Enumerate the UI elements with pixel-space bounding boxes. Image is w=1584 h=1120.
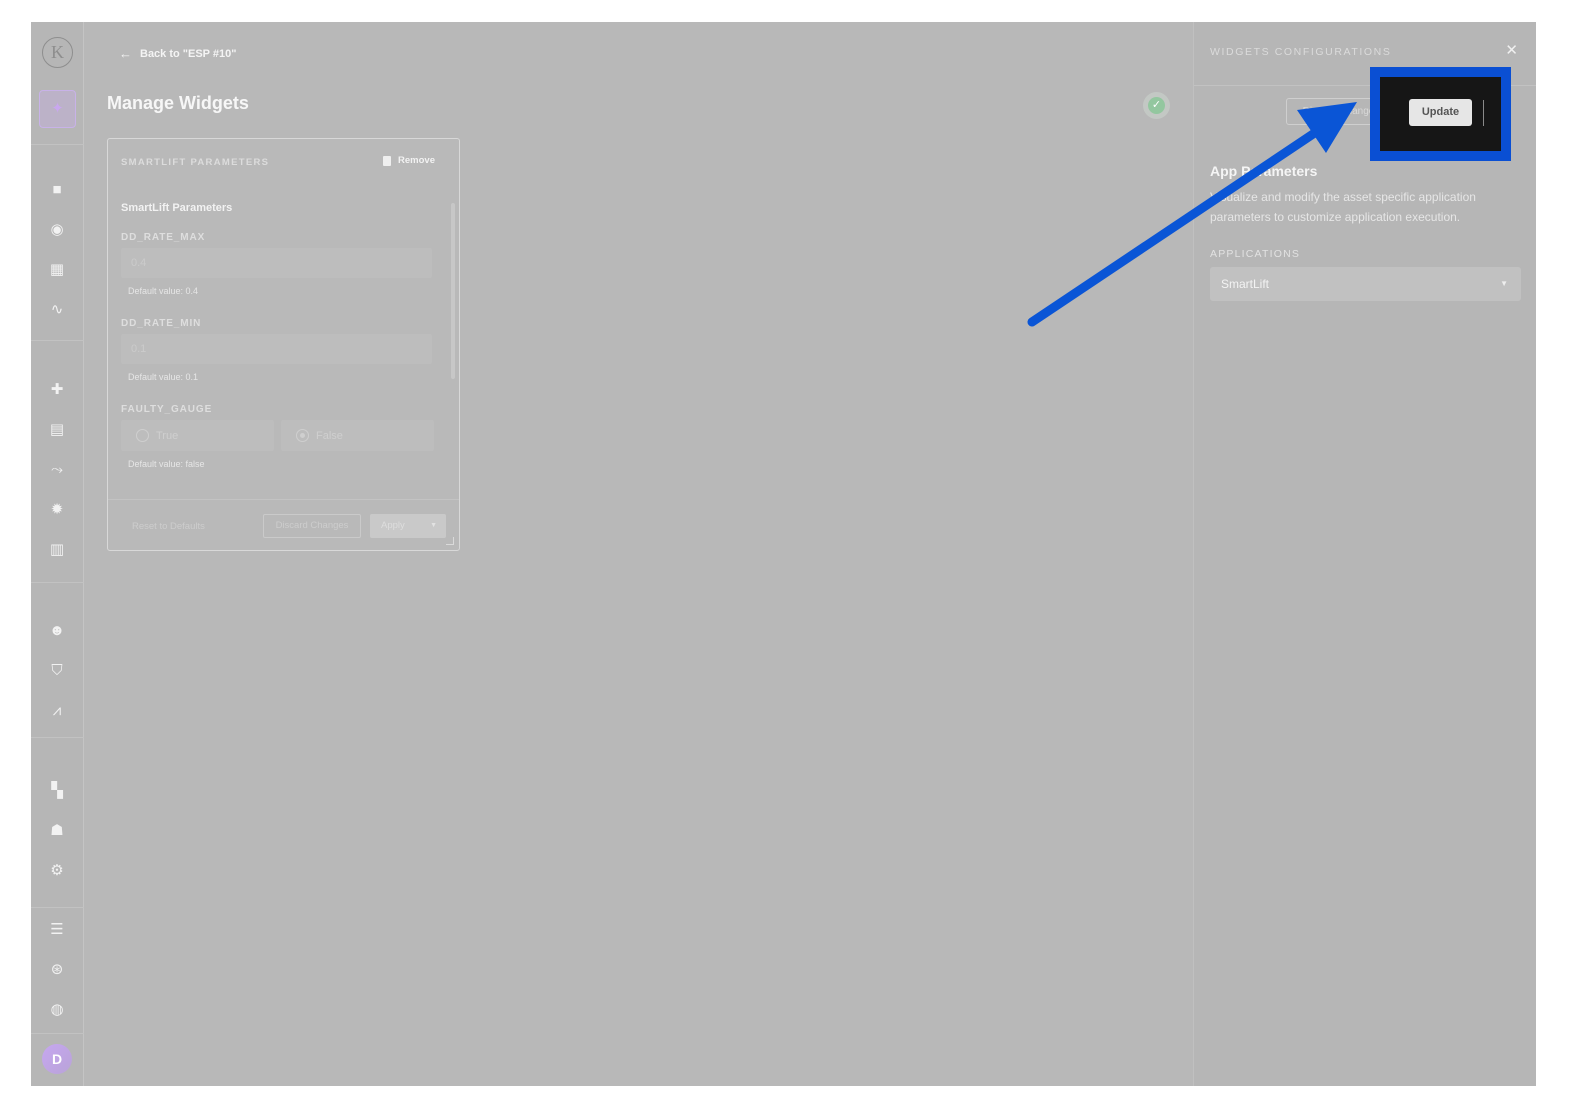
resize-handle-icon[interactable] [446, 537, 454, 545]
remove-widget-button[interactable]: Remove [383, 155, 435, 166]
apply-label: Apply [381, 520, 405, 531]
sparkle-icon[interactable]: ✦ [39, 90, 76, 128]
applications-select[interactable]: SmartLift ▼ [1210, 267, 1521, 301]
smartlift-parameters-widget: SMARTLIFT PARAMETERS Remove SmartLift Pa… [107, 138, 460, 551]
sidebar-divider [31, 1033, 84, 1034]
app-window: K ✦ ■ ◉ ▦ ∿ ✚ ▤ ⤳ ✹ ▥ ☻ ⛉ ⩘ ▚ ☗ ⚙ ☰ ⊛ ◍ … [31, 22, 1536, 1086]
trash-icon [383, 155, 392, 166]
sidebar-divider [31, 582, 84, 583]
remove-label: Remove [398, 155, 435, 166]
users-icon[interactable]: ☗ [47, 821, 67, 841]
app-parameters-description: Visualize and modify the asset specific … [1210, 190, 1476, 224]
widgets-icon[interactable]: ▚ [47, 781, 67, 801]
dd-rate-max-default: Default value: 0.4 [128, 286, 199, 296]
faulty-gauge-true-radio[interactable]: True [121, 420, 274, 451]
radio-unchecked-icon [136, 429, 149, 442]
gear-icon[interactable]: ✹ [47, 500, 67, 520]
update-button[interactable]: Update [1409, 99, 1472, 126]
param-label-dd-rate-max: DD_RATE_MAX [121, 232, 206, 243]
pulse-icon[interactable]: ∿ [47, 300, 67, 320]
check-icon: ✓ [1148, 97, 1165, 114]
param-label-dd-rate-min: DD_RATE_MIN [121, 318, 202, 329]
radio-checked-icon [296, 429, 309, 442]
dashboard-icon[interactable]: ▦ [47, 260, 67, 280]
chevron-down-icon: ▼ [1500, 279, 1508, 288]
faulty-gauge-false-radio[interactable]: False [281, 420, 434, 451]
widget-section-title: SmartLift Parameters [121, 202, 233, 214]
page-title: Manage Widgets [107, 93, 249, 113]
back-link[interactable]: ← Back to "ESP #10" [119, 46, 236, 61]
support-icon[interactable]: ☻ [47, 621, 67, 641]
sidebar-divider [31, 144, 84, 145]
param-label-faulty-gauge: FAULTY_GAUGE [121, 404, 213, 415]
dd-rate-max-input[interactable]: 0.4 [121, 248, 432, 278]
applications-selected-value: SmartLift [1221, 277, 1270, 291]
widget-scrollbar[interactable] [451, 203, 455, 379]
sidebar-divider [31, 737, 84, 738]
puzzle-icon[interactable]: ✚ [47, 380, 67, 400]
faulty-gauge-default: Default value: false [128, 459, 205, 469]
applications-label: APPLICATIONS [1210, 248, 1301, 260]
arrow-left-icon: ← [119, 46, 132, 61]
panel-title: WIDGETS CONFIGURATIONS [1210, 46, 1392, 58]
back-link-label: Back to "ESP #10" [140, 47, 237, 60]
line-chart-icon[interactable]: ⩘ [47, 701, 67, 721]
reset-to-defaults-button[interactable]: Reset to Defaults [132, 521, 205, 532]
document-icon[interactable]: ☰ [47, 920, 67, 940]
briefcase-icon[interactable]: ■ [47, 180, 67, 200]
store-icon[interactable]: ▥ [47, 540, 67, 560]
user-settings-icon[interactable]: ⚙ [47, 861, 67, 881]
apply-button[interactable]: Apply ▼ [370, 514, 446, 538]
sidebar-divider [31, 907, 84, 908]
radio-false-label: False [316, 429, 343, 442]
saved-status-badge: ✓ [1143, 92, 1170, 119]
sidebar-divider [31, 340, 84, 341]
radio-true-label: True [156, 429, 179, 442]
widget-footer-divider [108, 499, 459, 500]
highlight-separator [1483, 100, 1484, 126]
close-icon[interactable]: ✕ [1505, 41, 1518, 59]
world-icon[interactable]: ◍ [47, 1000, 67, 1020]
widget-header: SMARTLIFT PARAMETERS [121, 157, 270, 168]
globe-icon[interactable]: ◉ [47, 220, 67, 240]
app-parameters-title: App Parameters [1210, 163, 1318, 179]
dd-rate-min-default: Default value: 0.1 [128, 372, 199, 382]
route-icon[interactable]: ⤳ [47, 460, 67, 480]
sidebar: K ✦ ■ ◉ ▦ ∿ ✚ ▤ ⤳ ✹ ▥ ☻ ⛉ ⩘ ▚ ☗ ⚙ ☰ ⊛ ◍ … [31, 22, 84, 1086]
widgets-configurations-panel: WIDGETS CONFIGURATIONS ✕ Discard Changes… [1193, 22, 1536, 1086]
bar-chart-icon[interactable]: ▤ [47, 420, 67, 440]
logo[interactable]: K [42, 37, 73, 68]
caret-down-icon[interactable]: ▼ [430, 514, 437, 538]
avatar[interactable]: D [42, 1044, 72, 1074]
lifebuoy-icon[interactable]: ⊛ [47, 960, 67, 980]
update-button-highlight: Update [1370, 67, 1511, 161]
discard-changes-button[interactable]: Discard Changes [263, 514, 361, 538]
shield-icon[interactable]: ⛉ [47, 661, 67, 681]
dd-rate-min-input[interactable]: 0.1 [121, 334, 432, 364]
